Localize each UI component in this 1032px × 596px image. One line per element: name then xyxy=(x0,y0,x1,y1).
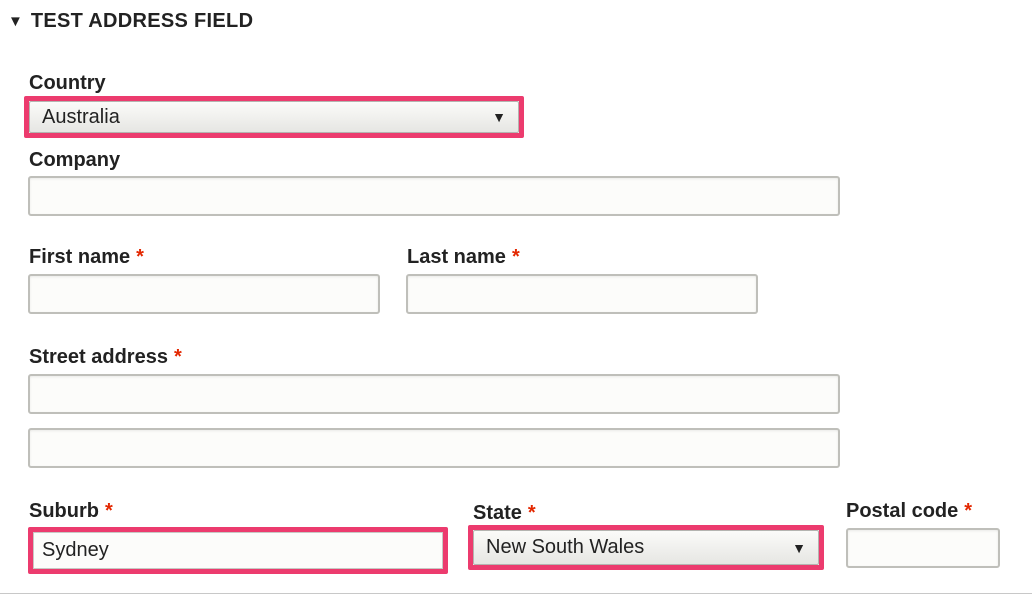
street-address-line1-input[interactable] xyxy=(28,374,840,414)
chevron-down-icon: ▼ xyxy=(792,539,806,556)
section-title: TEST ADDRESS FIELD xyxy=(30,10,254,32)
state-label: State * xyxy=(473,502,536,524)
company-input[interactable] xyxy=(28,176,840,216)
postal-code-label: Postal code * xyxy=(846,500,973,522)
required-marker: * xyxy=(964,500,973,522)
country-select[interactable]: Australia ▼ xyxy=(29,101,519,133)
required-marker: * xyxy=(105,500,113,522)
required-marker: * xyxy=(511,246,520,268)
state-select-value: New South Wales xyxy=(486,536,645,558)
country-highlight: Australia ▼ xyxy=(24,96,524,138)
last-name-label: Last name * xyxy=(407,246,520,268)
required-marker: * xyxy=(136,246,144,268)
first-name-input[interactable] xyxy=(28,274,380,314)
fieldset-toggle[interactable]: ▼ TEST ADDRESS FIELD xyxy=(8,10,253,33)
postal-code-input[interactable] xyxy=(846,528,1000,568)
suburb-highlight: Sydney xyxy=(28,527,448,574)
company-label: Company xyxy=(29,149,121,171)
state-select[interactable]: New South Wales ▼ xyxy=(473,530,819,565)
street-address-line2-input[interactable] xyxy=(28,428,840,468)
state-highlight: New South Wales ▼ xyxy=(468,525,824,570)
required-marker: * xyxy=(173,346,182,368)
country-label: Country xyxy=(29,72,106,94)
bottom-divider xyxy=(0,593,1032,594)
triangle-down-icon: ▼ xyxy=(8,13,23,30)
suburb-label: Suburb * xyxy=(29,500,113,522)
first-name-label: First name * xyxy=(29,246,144,268)
required-marker: * xyxy=(527,502,536,524)
country-select-value: Australia xyxy=(42,105,120,128)
suburb-input[interactable]: Sydney xyxy=(33,532,443,569)
last-name-input[interactable] xyxy=(406,274,758,314)
chevron-down-icon: ▼ xyxy=(492,109,506,125)
street-address-label: Street address * xyxy=(29,346,182,368)
